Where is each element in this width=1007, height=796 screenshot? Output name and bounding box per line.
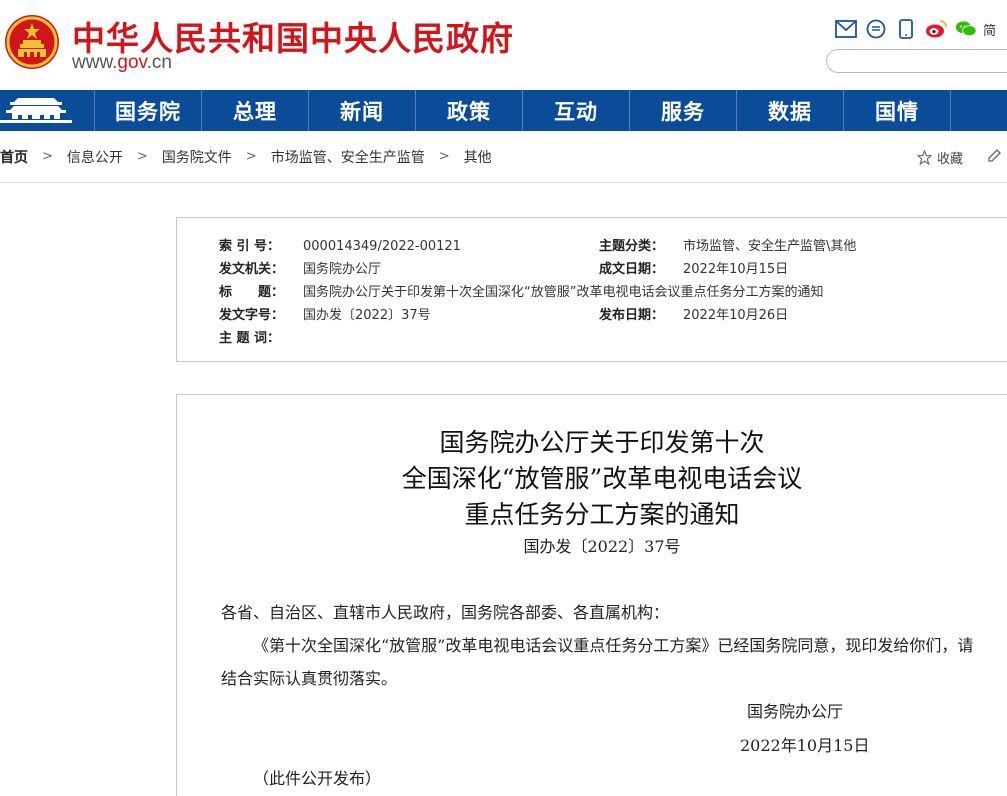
nav-item-guoqing[interactable]: 国情 bbox=[844, 90, 951, 131]
meta-keywords-label: 主 题 词： bbox=[219, 331, 281, 346]
meta-title-label: 标 题： bbox=[219, 285, 285, 300]
document-title-line: 国务院办公厅关于印发第十次 bbox=[439, 428, 765, 457]
site-header: 中华人民共和国中央人民政府 www.gov.cn 简 bbox=[0, 0, 1007, 90]
document-number: 国办发〔2022〕37号 bbox=[523, 537, 681, 556]
wechat-icon[interactable] bbox=[955, 18, 977, 40]
domain-suffix: .cn bbox=[146, 52, 172, 73]
meta-issuer-value: 国务院办公厅 bbox=[303, 262, 382, 277]
nav-item-shuju[interactable]: 数据 bbox=[737, 90, 844, 131]
lang-switch[interactable]: 简 bbox=[983, 20, 996, 39]
mobile-icon[interactable] bbox=[895, 18, 917, 40]
breadcrumb-info-public[interactable]: 信息公开 bbox=[67, 147, 123, 167]
meta-issuer: 发文机关： 国务院办公厅 bbox=[219, 258, 381, 277]
breadcrumb-state-council-docs[interactable]: 国务院文件 bbox=[162, 147, 232, 167]
breadcrumb-separator: > bbox=[438, 149, 450, 164]
meta-published-date: 发布日期： 2022年10月26日 bbox=[599, 304, 788, 323]
document-note: （此件公开发布） bbox=[253, 769, 382, 788]
meta-published-label: 发布日期： bbox=[599, 308, 665, 323]
document-signer: 国务院办公厅 bbox=[747, 702, 844, 721]
document-metadata: 索 引 号： 000014349/2022-00121 主题分类： 市场监管、安全生… bbox=[176, 217, 1007, 362]
nav-item-zhengce[interactable]: 政策 bbox=[416, 90, 523, 131]
document-title: 国务院办公厅关于印发第十次 全国深化“放管服”改革电视电话会议 重点任务分工方案… bbox=[177, 425, 1007, 533]
meta-index-value: 000014349/2022-00121 bbox=[303, 239, 461, 254]
nav-item-xinwen[interactable]: 新闻 bbox=[309, 90, 416, 131]
meta-title-value: 国务院办公厅关于印发第十次全国深化“放管服”改革电视电话会议重点任务分工方案的通… bbox=[303, 285, 824, 300]
meta-written-label: 成文日期： bbox=[599, 262, 665, 277]
pencil-icon[interactable] bbox=[986, 148, 1002, 164]
tiananmen-logo-icon[interactable] bbox=[0, 90, 95, 131]
nav-item-zongli[interactable]: 总理 bbox=[202, 90, 309, 131]
favorite-label: 收藏 bbox=[937, 152, 964, 167]
breadcrumb: 首页 > 信息公开 > 国务院文件 > 市场监管、安全生产监管 > 其他 收藏 bbox=[0, 131, 1007, 183]
meta-keywords: 主 题 词： bbox=[219, 327, 303, 346]
header-icons bbox=[835, 18, 977, 40]
domain-prefix: www. bbox=[72, 52, 118, 73]
star-icon bbox=[917, 150, 932, 165]
meta-doc-number: 发文字号： 国办发〔2022〕37号 bbox=[219, 304, 431, 323]
document-title-line: 全国深化“放管服”改革电视电话会议 bbox=[401, 464, 803, 493]
document-paragraph: 《第十次全国深化“放管服”改革电视电话会议重点任务分工方案》已经国务院同意，现印… bbox=[221, 636, 974, 688]
document-body: 各省、自治区、直辖市人民政府，国务院各部委、各直属机构： 《第十次全国深化“放管… bbox=[221, 596, 981, 695]
nav-item-hudong[interactable]: 互动 bbox=[523, 90, 630, 131]
meta-written-value: 2022年10月15日 bbox=[683, 262, 789, 277]
main-nav: 国务院 总理 新闻 政策 互动 服务 数据 国情 bbox=[0, 90, 1007, 131]
meta-docno-label: 发文字号： bbox=[219, 308, 285, 323]
breadcrumb-market-supervision[interactable]: 市场监管、安全生产监管 bbox=[271, 147, 425, 167]
breadcrumb-home[interactable]: 首页 bbox=[0, 147, 28, 167]
meta-category-value: 市场监管、安全生产监管\其他 bbox=[683, 239, 857, 254]
breadcrumb-separator: > bbox=[136, 149, 148, 164]
meta-category: 主题分类： 市场监管、安全生产监管\其他 bbox=[599, 235, 856, 254]
message-icon[interactable] bbox=[865, 18, 887, 40]
document-salutation: 各省、自治区、直辖市人民政府，国务院各部委、各直属机构： bbox=[221, 603, 670, 622]
nav-item-guowuyuan[interactable]: 国务院 bbox=[95, 90, 202, 131]
search-input[interactable] bbox=[826, 49, 1007, 73]
meta-index: 索 引 号： 000014349/2022-00121 bbox=[219, 235, 461, 254]
meta-written-date: 成文日期： 2022年10月15日 bbox=[599, 258, 788, 277]
breadcrumb-separator: > bbox=[42, 149, 53, 164]
domain-accent: gov bbox=[117, 52, 147, 73]
document-title-line: 重点任务分工方案的通知 bbox=[464, 500, 740, 529]
meta-category-label: 主题分类： bbox=[599, 239, 665, 254]
mail-icon[interactable] bbox=[835, 18, 857, 40]
document-content: 国务院办公厅关于印发第十次 全国深化“放管服”改革电视电话会议 重点任务分工方案… bbox=[176, 394, 1007, 796]
breadcrumb-separator: > bbox=[245, 149, 257, 164]
meta-published-value: 2022年10月26日 bbox=[683, 308, 789, 323]
favorite-button[interactable]: 收藏 bbox=[917, 148, 963, 167]
meta-index-label: 索 引 号： bbox=[219, 239, 281, 254]
breadcrumb-other[interactable]: 其他 bbox=[464, 147, 492, 167]
meta-issuer-label: 发文机关： bbox=[219, 262, 285, 277]
site-domain[interactable]: www.gov.cn bbox=[72, 52, 172, 74]
nav-item-fuwu[interactable]: 服务 bbox=[630, 90, 737, 131]
weibo-icon[interactable] bbox=[925, 18, 947, 40]
meta-title: 标 题： 国务院办公厅关于印发第十次全国深化“放管服”改革电视电话会议重点任务分工… bbox=[219, 281, 823, 300]
document-date: 2022年10月15日 bbox=[740, 736, 870, 755]
meta-docno-value: 国办发〔2022〕37号 bbox=[303, 308, 431, 323]
national-emblem-icon[interactable] bbox=[4, 14, 60, 70]
